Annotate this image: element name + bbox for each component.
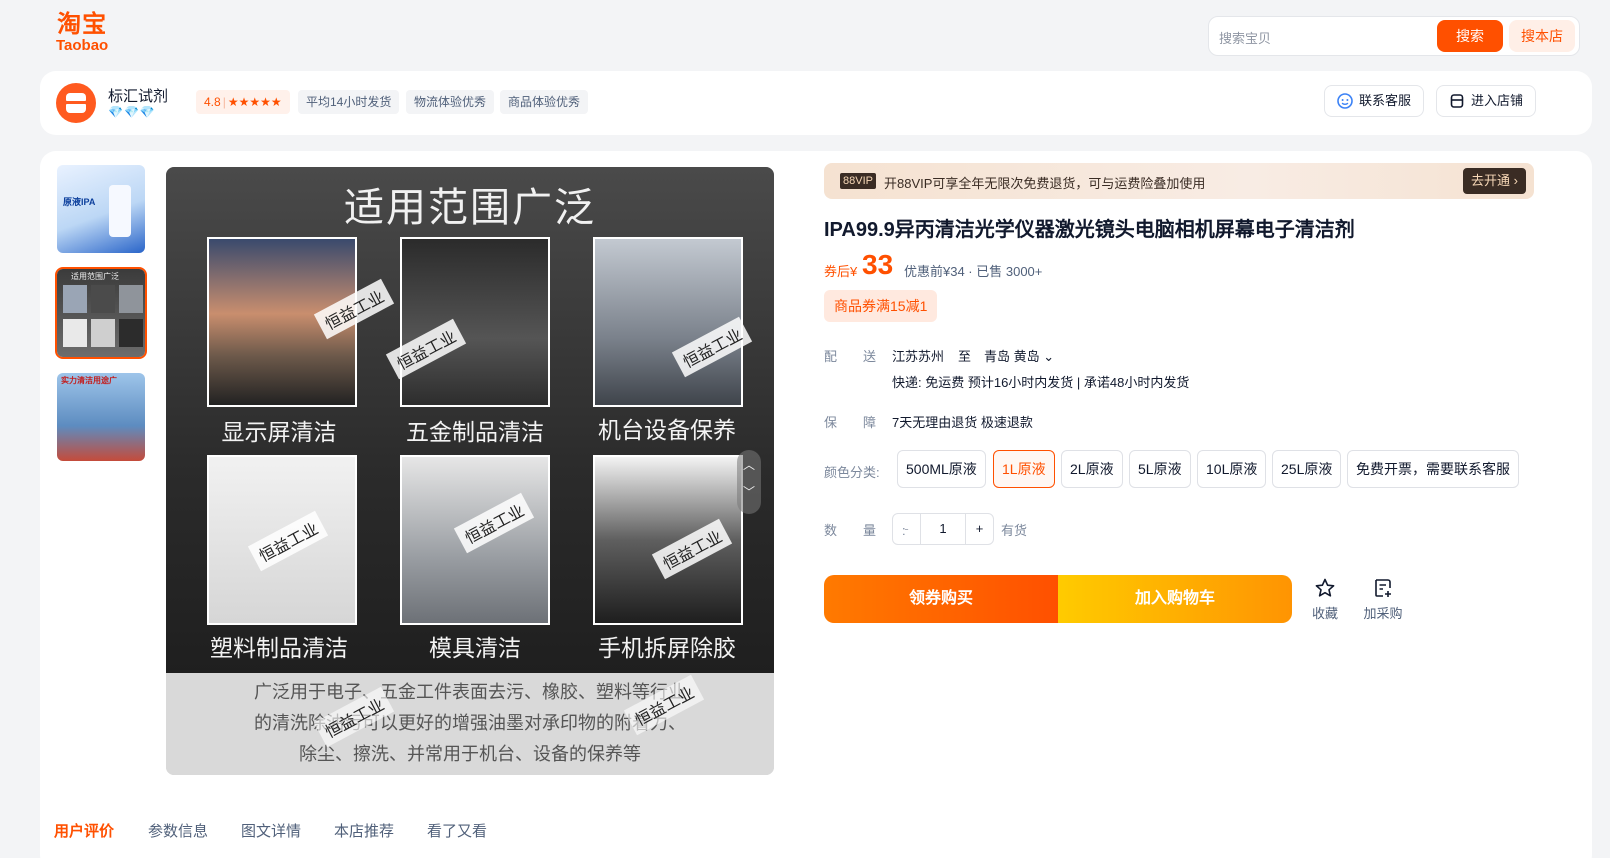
- machine-image: [593, 237, 743, 407]
- vip-badge: 88VIP: [840, 173, 876, 189]
- thumbnail-active[interactable]: 适用范围广泛: [55, 267, 147, 359]
- tile-label: 机台设备保养: [598, 417, 736, 443]
- search-box: 搜索宝贝 搜索 搜本店: [1208, 16, 1580, 56]
- option-invoice[interactable]: 免费开票，需要联系客服: [1347, 450, 1519, 488]
- price-value: 33: [862, 249, 894, 280]
- product-main-card: 原液IPA 适用范围广泛 实力清洁用途广 适用范围广泛 显示屏清洁 五金制品清洁…: [40, 151, 1592, 858]
- purchase-list-icon: [1375, 579, 1391, 597]
- caption-line: 除尘、擦洗、并常用于机台、设备的保养等: [299, 744, 641, 764]
- tile-label: 模具清洁: [429, 635, 521, 661]
- shop-bar: 标汇试剂 💎💎💎 4.8 | ★★★★★ 平均14小时发货 物流体验优秀 商品体验优…: [40, 71, 1592, 135]
- star-icon: [1315, 578, 1335, 597]
- delivery-detail: 快递: 免运费 预计16小时内发货 | 承诺48小时内发货: [892, 375, 1190, 390]
- coupon-badge[interactable]: 商品券满15减1: [824, 290, 938, 322]
- thumbnail[interactable]: 原液IPA: [55, 163, 147, 255]
- logo-text-cn: 淘宝: [57, 11, 108, 38]
- caption-line: 的清洗除油污可以更好的增强油墨对承印物的附着力、: [254, 713, 686, 733]
- shop-tag: 平均14小时发货: [298, 90, 400, 114]
- tile-label: 手机拆屏除胶: [598, 635, 736, 661]
- quantity-plus-button[interactable]: +: [965, 514, 993, 544]
- search-button[interactable]: 搜索: [1437, 20, 1503, 52]
- delivery-from: 江苏苏州: [892, 349, 945, 364]
- shop-rating: 4.8 | ★★★★★: [196, 90, 290, 114]
- search-input[interactable]: 搜索宝贝: [1219, 28, 1271, 47]
- search-shop-button[interactable]: 搜本店: [1509, 20, 1575, 52]
- customer-service-icon: [1337, 93, 1353, 109]
- tab-shop-recommend[interactable]: 本店推荐: [334, 820, 394, 841]
- enter-shop-button[interactable]: 进入店铺: [1436, 85, 1537, 117]
- options-label: 颜色分类:: [824, 465, 880, 480]
- vip-text: 开88VIP可享全年无限次免费退货，可与运费险叠加使用: [884, 176, 1206, 191]
- taobao-logo[interactable]: 淘宝 Taobao: [56, 12, 108, 54]
- option-2l[interactable]: 2L原液: [1061, 450, 1123, 488]
- add-purchase-button[interactable]: 加采购: [1358, 577, 1408, 622]
- vip-open-button[interactable]: 去开通 ›: [1463, 168, 1526, 194]
- stock-status: 有货: [1001, 523, 1028, 538]
- rating-stars-icon: ★★★★★: [227, 95, 282, 109]
- favorite-label: 收藏: [1311, 606, 1338, 621]
- price-label: 券后¥: [824, 264, 858, 279]
- add-to-cart-button[interactable]: 加入购物车: [1058, 575, 1292, 623]
- logo-text-en: Taobao: [56, 37, 109, 54]
- thumbnail-caption: 原液IPA: [63, 197, 96, 207]
- quantity-minus-button[interactable]: -: [893, 514, 921, 544]
- quantity-stepper: - 1 +: [892, 513, 994, 545]
- tile-label: 五金制品清洁: [406, 419, 544, 445]
- purchase-buttons: 领券购买 加入购物车: [824, 575, 1292, 623]
- shop-tag: 物流体验优秀: [406, 90, 495, 114]
- option-25l[interactable]: 25L原液: [1272, 450, 1342, 488]
- option-500ml[interactable]: 500ML原液: [897, 450, 986, 488]
- add-purchase-label: 加采购: [1363, 606, 1403, 621]
- hardware-image: [400, 237, 550, 407]
- contact-service-button[interactable]: 联系客服: [1324, 85, 1425, 117]
- tile-label: 塑料制品清洁: [210, 635, 348, 661]
- thumbnail-caption: 实力清洁用途广: [61, 376, 117, 385]
- diamond-level-icon: 💎💎💎: [108, 105, 156, 119]
- guarantee-text: 7天无理由退货 极速退款: [892, 415, 1033, 430]
- contact-service-label: 联系客服: [1359, 93, 1412, 108]
- enter-shop-label: 进入店铺: [1471, 93, 1524, 108]
- product-title: IPA99.9异丙清洁光学仪器激光镜头电脑相机屏幕电子清洁剂: [824, 219, 1355, 241]
- option-5l[interactable]: 5L原液: [1129, 450, 1191, 488]
- rating-value: 4.8: [204, 95, 221, 109]
- chevron-down-icon[interactable]: ﹀: [737, 483, 761, 500]
- option-10l[interactable]: 10L原液: [1197, 450, 1267, 488]
- delivery-destination-select[interactable]: 青岛 黄岛 ⌄: [984, 346, 1054, 365]
- shop-name[interactable]: 标汇试剂: [108, 85, 168, 106]
- buy-with-coupon-button[interactable]: 领券购买: [824, 575, 1058, 623]
- top-header: 淘宝 Taobao 搜索宝贝 搜索 搜本店: [0, 0, 1610, 70]
- tab-also-viewed[interactable]: 看了又看: [427, 820, 487, 841]
- thumbnail-caption: 适用范围广泛: [71, 272, 119, 281]
- delivery-to-word: 至: [958, 349, 972, 364]
- image-caption: 广泛用于电子、五金工件表面去污、橡胶、塑料等行业 的清洗除油污可以更好的增强油墨…: [166, 673, 774, 775]
- shop-tag: 商品体验优秀: [500, 90, 589, 114]
- shop-avatar[interactable]: [56, 83, 96, 123]
- favorite-button[interactable]: 收藏: [1300, 577, 1350, 622]
- option-1l-selected[interactable]: 1L原液: [993, 450, 1055, 488]
- price-original-and-sold: 优惠前¥34 · 已售 3000+: [904, 264, 1043, 279]
- image-scroll-control[interactable]: ︿ ﹀: [737, 450, 761, 514]
- image-title: 适用范围广泛: [344, 186, 596, 230]
- shop-icon: [1450, 94, 1464, 108]
- tab-params[interactable]: 参数信息: [148, 820, 208, 841]
- chevron-up-icon[interactable]: ︿: [737, 456, 761, 473]
- tab-details[interactable]: 图文详情: [241, 820, 301, 841]
- main-product-image[interactable]: 适用范围广泛 显示屏清洁 五金制品清洁 机台设备保养 塑料制品清洁 模具清洁 手…: [166, 167, 774, 775]
- vip-banner: 88VIP 开88VIP可享全年无限次免费退货，可与运费险叠加使用 去开通 ›: [824, 163, 1534, 199]
- quantity-input[interactable]: 1: [921, 514, 965, 544]
- thumbnail[interactable]: 实力清洁用途广: [55, 371, 147, 463]
- tab-reviews[interactable]: 用户评价: [54, 820, 114, 841]
- tile-label: 显示屏清洁: [221, 419, 337, 445]
